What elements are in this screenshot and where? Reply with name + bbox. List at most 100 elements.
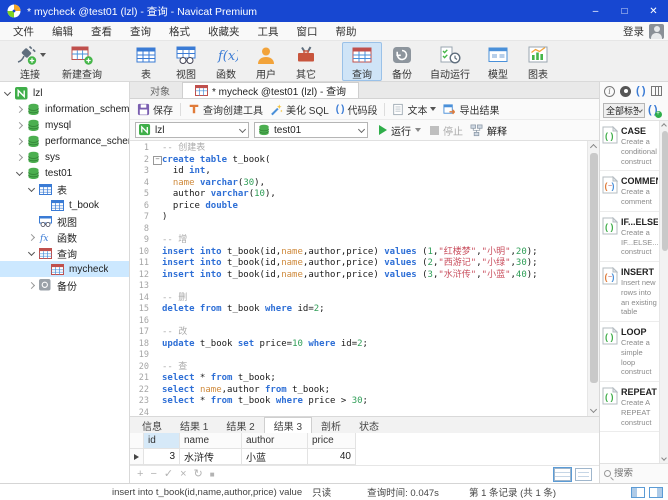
tree-chevron-icon[interactable]: [16, 153, 23, 160]
code-line[interactable]: 20-- 查: [130, 362, 599, 374]
sidebar-item-sys[interactable]: sys: [0, 149, 129, 165]
code-line[interactable]: 6 price double: [130, 201, 599, 213]
cell-price[interactable]: 40: [308, 449, 356, 465]
snippet-item-INSERT[interactable]: (~)INSERTInsert new rows into an existin…: [600, 262, 659, 322]
snippet-search-input[interactable]: [614, 468, 652, 479]
tree-chevron-icon[interactable]: [28, 184, 35, 191]
menu-查看[interactable]: 查看: [82, 24, 121, 39]
code-snippet-button[interactable]: ( ) 代码段: [336, 102, 378, 117]
code-line[interactable]: 8: [130, 224, 599, 236]
user-avatar[interactable]: [649, 24, 664, 39]
result-tab-结果 1[interactable]: 结果 1: [171, 417, 217, 433]
toolbar-query-button[interactable]: 查询: [342, 42, 382, 81]
tree-chevron-icon[interactable]: [16, 105, 23, 112]
snippet-item-IF...ELSE[interactable]: ( )IF...ELSECreate a IF...ELSE... constr…: [600, 212, 659, 262]
text-mode-button[interactable]: 文本: [392, 102, 436, 117]
tree-chevron-icon[interactable]: [28, 233, 35, 240]
scroll-up-icon[interactable]: [590, 144, 597, 151]
tree-chevron-icon[interactable]: [16, 137, 23, 144]
tree-chevron-icon[interactable]: [4, 88, 11, 95]
code-line[interactable]: 17-- 改: [130, 327, 599, 339]
code-line[interactable]: 12insert into t_book(id,name,author,pric…: [130, 270, 599, 282]
code-line[interactable]: 4 name varchar(30),: [130, 178, 599, 190]
sql-editor[interactable]: 1-- 创建表2create table t_book(3 id int,4 n…: [130, 141, 599, 416]
sidebar-item-表[interactable]: 表: [0, 181, 129, 197]
scroll-down-icon[interactable]: [590, 406, 597, 413]
table-row[interactable]: 3水浒传小蓝40: [130, 449, 599, 465]
save-button[interactable]: 保存: [137, 102, 173, 117]
form-view-icon[interactable]: [575, 468, 592, 481]
info-tab-icon[interactable]: i: [604, 86, 615, 97]
code-line[interactable]: 10insert into t_book(id,name,author,pric…: [130, 247, 599, 259]
code-line[interactable]: 2create table t_book(: [130, 155, 599, 167]
cell-name[interactable]: 水浒传: [180, 449, 242, 465]
menu-窗口[interactable]: 窗口: [288, 24, 327, 39]
code-line[interactable]: 9-- 增: [130, 235, 599, 247]
toolbar-view-button[interactable]: 视图: [166, 42, 206, 81]
editor-scrollbar[interactable]: [587, 141, 599, 416]
toolbar-connect-button[interactable]: 连接: [6, 42, 54, 81]
column-header-id[interactable]: id: [144, 433, 180, 449]
fold-collapse-icon[interactable]: [152, 155, 162, 167]
sidebar-item-查询[interactable]: 查询: [0, 245, 129, 261]
menu-格式[interactable]: 格式: [160, 24, 199, 39]
column-header-name[interactable]: name: [180, 433, 242, 449]
maximize-button[interactable]: □: [610, 0, 639, 22]
code-line[interactable]: 5 author varchar(10),: [130, 189, 599, 201]
sidebar-item-函数[interactable]: fx函数: [0, 229, 129, 245]
toggle-right-pane-icon[interactable]: [649, 487, 663, 498]
cell-author[interactable]: 小蓝: [242, 449, 308, 465]
code-line[interactable]: 16: [130, 316, 599, 328]
tree-chevron-icon[interactable]: [28, 248, 35, 255]
minimize-button[interactable]: –: [581, 0, 610, 22]
sidebar-item-performance_schema[interactable]: performance_schema: [0, 133, 129, 149]
discard-record-icon[interactable]: ×: [180, 469, 186, 480]
code-line[interactable]: 23select * from t_book where price > 30;: [130, 396, 599, 408]
remove-record-icon[interactable]: −: [150, 469, 156, 480]
snippet-item-COMMENT[interactable]: (~)COMMENTCreate a comment: [600, 171, 659, 212]
refresh-record-icon[interactable]: ↻: [194, 469, 203, 480]
explain-button[interactable]: 解释: [470, 123, 507, 138]
result-tab-信息[interactable]: 信息: [133, 417, 171, 433]
toolbar-new-query-button[interactable]: 新建查询: [54, 42, 110, 81]
apply-record-icon[interactable]: ✓: [164, 469, 173, 480]
snippet-filter-select[interactable]: 全部标签: [603, 103, 645, 118]
menu-查询[interactable]: 查询: [121, 24, 160, 39]
tab-query[interactable]: * mycheck @test01 (lzl) - 查询: [182, 82, 359, 98]
code-line[interactable]: 13: [130, 281, 599, 293]
result-tab-剖析[interactable]: 剖析: [312, 417, 350, 433]
code-line[interactable]: 18update t_book set price=10 where id=2;: [130, 339, 599, 351]
toolbar-table-button[interactable]: 表: [126, 42, 166, 81]
sidebar-item-mycheck[interactable]: mycheck: [0, 261, 129, 277]
preview-tab-icon[interactable]: [620, 86, 631, 97]
code-line[interactable]: 7): [130, 212, 599, 224]
menu-编辑[interactable]: 编辑: [43, 24, 82, 39]
snippet-scrollbar[interactable]: [659, 121, 668, 463]
tab-objects[interactable]: 对象: [138, 82, 182, 98]
tree-chevron-icon[interactable]: [28, 281, 35, 288]
code-line[interactable]: 14-- 删: [130, 293, 599, 305]
run-button[interactable]: 运行: [379, 123, 421, 138]
new-snippet-button[interactable]: ( ) +: [648, 104, 658, 116]
snippet-item-CASE[interactable]: ( )CASECreate a conditional construct: [600, 121, 659, 171]
scroll-down-icon[interactable]: [661, 455, 667, 461]
result-tab-状态[interactable]: 状态: [350, 417, 388, 433]
grid-view-icon[interactable]: [554, 468, 571, 481]
code-line[interactable]: 21select * from t_book;: [130, 373, 599, 385]
export-result-button[interactable]: 导出结果: [443, 102, 499, 117]
code-line[interactable]: 3 id int,: [130, 166, 599, 178]
sidebar-item-test01[interactable]: test01: [0, 165, 129, 181]
connection-select[interactable]: lzl: [135, 122, 249, 138]
cell-id[interactable]: 3: [144, 449, 180, 465]
code-line[interactable]: 22select name,author from t_book;: [130, 385, 599, 397]
stop-record-icon[interactable]: ■: [210, 471, 215, 479]
sidebar-item-视图[interactable]: 视图: [0, 213, 129, 229]
toolbar-autorun-button[interactable]: 自动运行: [422, 42, 478, 81]
snippet-item-REPEAT[interactable]: ( )REPEATCreate A REPEAT construct: [600, 382, 659, 432]
database-select[interactable]: test01: [254, 122, 368, 138]
sidebar-item-mysql[interactable]: mysql: [0, 117, 129, 133]
code-line[interactable]: 24: [130, 408, 599, 417]
toolbar-other-button[interactable]: 其它: [286, 42, 326, 81]
column-header-price[interactable]: price: [308, 433, 356, 449]
dropdown-caret-icon[interactable]: [40, 53, 46, 57]
